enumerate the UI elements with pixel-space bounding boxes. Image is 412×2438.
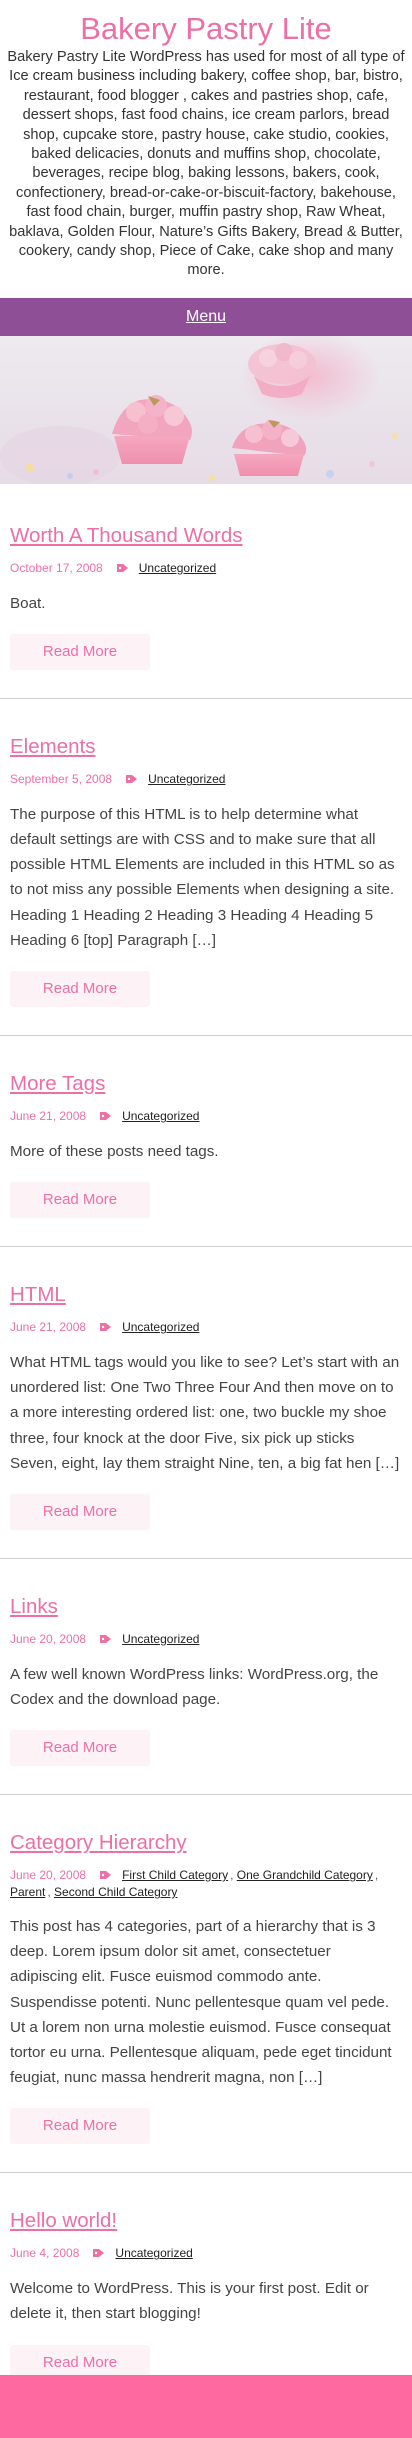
post-date[interactable]: June 4, 2008 — [10, 2246, 79, 2260]
post-item: Category Hierarchy June 20, 2008 First Chi… — [0, 1795, 412, 2174]
post-category-link[interactable]: Uncategorized — [115, 2246, 192, 2260]
posts-list: Worth A Thousand Words October 17, 2008 Un… — [0, 484, 412, 2410]
tag-icon — [93, 2246, 105, 2262]
post-category-link[interactable]: One Grandchild Category — [237, 1868, 373, 1882]
read-more-button[interactable]: Read More — [10, 1182, 150, 1219]
read-more-button[interactable]: Read More — [10, 634, 150, 671]
post-category-link[interactable]: Parent — [10, 1885, 45, 1899]
post-meta: June 20, 2008 First Child Category, One G… — [10, 1867, 402, 1900]
post-excerpt: This post has 4 categories, part of a hi… — [10, 1918, 392, 2087]
post-title[interactable]: HTML — [10, 1283, 66, 1307]
post-meta: June 20, 2008 Uncategorized — [10, 1631, 402, 1648]
tag-icon — [100, 1109, 112, 1125]
cupcakes-illustration — [0, 336, 398, 484]
read-more-button[interactable]: Read More — [10, 971, 150, 1008]
read-more-button[interactable]: Read More — [10, 2108, 150, 2145]
post-excerpt: The purpose of this HTML is to help dete… — [10, 805, 395, 949]
post-category-link[interactable]: Uncategorized — [139, 561, 216, 575]
site-description: Bakery Pastry Lite WordPress has used fo… — [7, 49, 405, 279]
post-date[interactable]: September 5, 2008 — [10, 772, 112, 786]
tag-icon — [100, 1868, 112, 1884]
menu-toggle[interactable]: Menu — [186, 308, 226, 326]
tag-icon — [100, 1632, 112, 1648]
post-category-link[interactable]: Second Child Category — [54, 1885, 177, 1899]
post-category-link[interactable]: Uncategorized — [122, 1632, 199, 1646]
post-title[interactable]: Worth A Thousand Words — [10, 524, 242, 548]
post-excerpt: Boat. — [10, 594, 46, 612]
post-meta: October 17, 2008 Uncategorized — [10, 560, 402, 577]
post-date[interactable]: June 21, 2008 — [10, 1109, 86, 1123]
post-item: Elements September 5, 2008 Uncategorized Th… — [0, 699, 412, 1037]
post-category-link[interactable]: Uncategorized — [122, 1109, 199, 1123]
tag-icon — [100, 1320, 112, 1336]
post-date[interactable]: June 21, 2008 — [10, 1320, 86, 1334]
site-title[interactable]: Bakery Pastry Lite — [4, 12, 408, 46]
post-meta: June 21, 2008 Uncategorized — [10, 1319, 402, 1336]
hero-image — [0, 336, 412, 484]
tag-icon — [116, 561, 129, 577]
post-meta: June 21, 2008 Uncategorized — [10, 1108, 402, 1125]
footer-bar — [0, 2375, 412, 2438]
menu-bar: Menu — [0, 298, 412, 336]
post-title[interactable]: Elements — [10, 735, 95, 759]
post-title[interactable]: Category Hierarchy — [10, 1831, 187, 1855]
category-separator: , — [230, 1868, 237, 1883]
post-item: HTML June 21, 2008 Uncategorized What HTML … — [0, 1247, 412, 1559]
post-item: Links June 20, 2008 Uncategorized A few wel… — [0, 1559, 412, 1796]
tag-icon — [126, 772, 138, 788]
post-excerpt: More of these posts need tags. — [10, 1142, 219, 1160]
read-more-button[interactable]: Read More — [10, 1730, 150, 1767]
post-category-link[interactable]: Uncategorized — [122, 1320, 199, 1334]
post-title[interactable]: More Tags — [10, 1072, 105, 1096]
post-category-link[interactable]: Uncategorized — [148, 772, 225, 786]
read-more-button[interactable]: Read More — [10, 1493, 150, 1530]
post-excerpt: Welcome to WordPress. This is your first… — [10, 2280, 369, 2323]
post-meta: June 4, 2008 Uncategorized — [10, 2245, 402, 2262]
post-date[interactable]: October 17, 2008 — [10, 561, 103, 575]
post-excerpt: A few well known WordPress links: WordPr… — [10, 1665, 379, 1708]
site-header: Bakery Pastry Lite Bakery Pastry Lite Wo… — [0, 0, 412, 298]
category-separator: , — [374, 1868, 379, 1883]
post-item: Worth A Thousand Words October 17, 2008 Un… — [0, 524, 412, 700]
post-category-link[interactable]: First Child Category — [122, 1868, 228, 1882]
post-title[interactable]: Links — [10, 1595, 58, 1619]
post-meta: September 5, 2008 Uncategorized — [10, 771, 402, 788]
post-item: More Tags June 21, 2008 Uncategorized More … — [0, 1036, 412, 1248]
post-date[interactable]: June 20, 2008 — [10, 1632, 86, 1646]
post-title[interactable]: Hello world! — [10, 2209, 117, 2233]
post-excerpt: What HTML tags would you like to see? Le… — [10, 1353, 400, 1472]
post-date[interactable]: June 20, 2008 — [10, 1868, 86, 1882]
